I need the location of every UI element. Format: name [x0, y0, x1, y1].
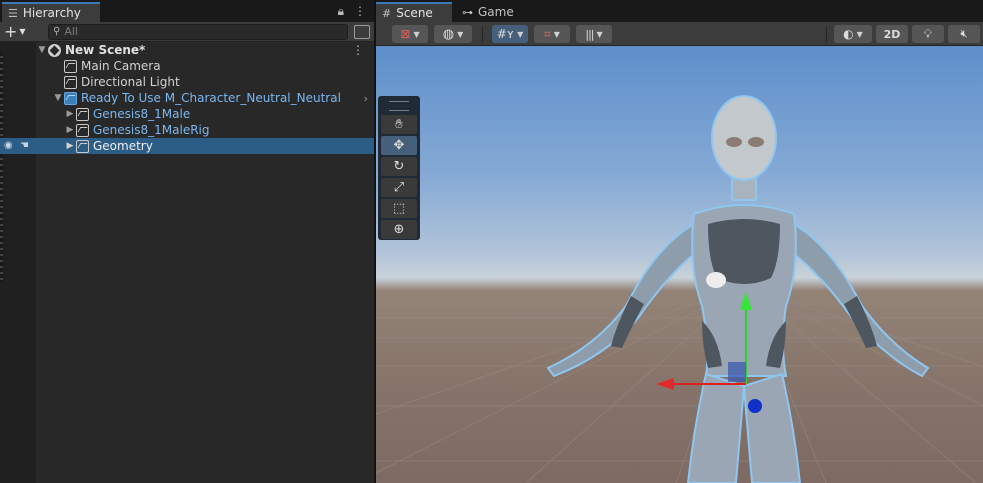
- create-button[interactable]: + ▼: [4, 21, 34, 41]
- tree-item-label: Genesis8_1MaleRig: [93, 123, 210, 137]
- camera-mode-dropdown[interactable]: ◐ ▼: [834, 25, 872, 43]
- x-axis-arrow[interactable]: [656, 378, 674, 390]
- collapsed-arrow-icon[interactable]: ▶: [64, 109, 76, 119]
- prefab-cube-icon: [64, 91, 77, 105]
- hand-tool-icon[interactable]: ✋︎: [381, 115, 417, 134]
- tree-row-main-camera[interactable]: Main Camera: [0, 58, 374, 74]
- pickable-hand-icon[interactable]: ☚: [20, 140, 29, 151]
- gameobject-cube-icon: [64, 75, 77, 89]
- gameobject-cube-icon: [64, 59, 77, 73]
- tree-row-genesis8-male-rig[interactable]: ▶ Genesis8_1MaleRig: [0, 122, 374, 138]
- tree-row-geometry[interactable]: ◉ ☚ ▶ Geometry: [0, 138, 374, 154]
- list-icon: ☰: [8, 6, 18, 20]
- chevron-right-icon[interactable]: ›: [364, 92, 368, 105]
- tools-overlay: ✋︎ ✥ ↻ ⤢ ⬚ ⊕: [378, 96, 420, 240]
- draw-mode-icon: ⊠: [400, 27, 411, 41]
- collapsed-arrow-icon[interactable]: ▶: [64, 141, 76, 151]
- view-options-dropdown[interactable]: ◍ ▼: [434, 25, 472, 43]
- hierarchy-tabbar: ☰ Hierarchy 🔒︎ ⋮: [0, 0, 374, 22]
- grid-hash-icon: #: [382, 6, 392, 20]
- tree-item-label: Main Camera: [81, 59, 161, 73]
- tab-game-label: Game: [478, 5, 514, 19]
- visibility-eye-icon[interactable]: ◉: [4, 140, 13, 151]
- scene-tabbar: # Scene ⊶ Game: [376, 0, 983, 22]
- kebab-menu-icon[interactable]: ⋮: [352, 43, 364, 57]
- kebab-menu-icon[interactable]: ⋮: [354, 4, 366, 19]
- tree-row-scene[interactable]: ▼ New Scene* ⋮: [0, 42, 374, 58]
- gameobject-cube-icon: [76, 107, 89, 121]
- overlay-grip[interactable]: [389, 101, 409, 111]
- scale-tool-icon[interactable]: ⤢: [381, 178, 417, 197]
- scene-search-icon[interactable]: [354, 24, 370, 39]
- hierarchy-tree: ▼ New Scene* ⋮ Main Camera Directional L…: [0, 42, 374, 154]
- chevron-down-icon: ▼: [413, 29, 420, 39]
- z-axis-handle[interactable]: [748, 399, 762, 413]
- globe-icon: ◍: [442, 26, 455, 42]
- gameobject-cube-icon: [76, 139, 89, 153]
- chevron-down-icon: ▼: [856, 29, 863, 39]
- lock-icon[interactable]: 🔒︎: [338, 4, 344, 19]
- rect-tool-icon[interactable]: ⬚: [381, 199, 417, 218]
- search-field[interactable]: ⚲: [48, 23, 348, 40]
- lighting-toggle[interactable]: 💡︎: [912, 25, 944, 43]
- draw-mode-dropdown[interactable]: ⊠ ▼: [392, 25, 428, 43]
- snap-increment-dropdown[interactable]: ⌗ ▼: [534, 25, 570, 43]
- audio-toggle[interactable]: 🔇︎: [948, 25, 980, 43]
- hierarchy-tab-tools: 🔒︎ ⋮: [338, 4, 366, 19]
- tree-row-directional-light[interactable]: Directional Light: [0, 74, 374, 90]
- gameobject-cube-icon: [76, 123, 89, 137]
- hierarchy-panel: ☰ Hierarchy 🔒︎ ⋮ + ▼ ⚲ ▼ New Scene* ⋮: [0, 0, 374, 483]
- tree-row-prefab-root[interactable]: ▼ Ready To Use M_Character_Neutral_Neutr…: [0, 90, 374, 106]
- scene-render: [376, 95, 983, 483]
- character-mesh: [546, 95, 930, 483]
- chevron-down-icon: ▼: [457, 29, 464, 39]
- sphere-shading-icon: ◐: [843, 27, 854, 41]
- scene-panel: # Scene ⊶ Game ⊠ ▼ ◍ ▼ #ʏ ▼ ⌗ ▼ ||| ▼ ◐ ▼ 2D: [376, 0, 983, 483]
- tree-item-label: Genesis8_1Male: [93, 107, 191, 121]
- grid-snap-toggle[interactable]: #ʏ ▼: [492, 25, 528, 43]
- tree-row-genesis8-male[interactable]: ▶ Genesis8_1Male: [0, 106, 374, 122]
- chevron-down-icon: ▼: [553, 29, 560, 39]
- search-input[interactable]: [64, 25, 325, 38]
- chevron-down-icon: ▼: [517, 29, 524, 39]
- scene-toolbar: ⊠ ▼ ◍ ▼ #ʏ ▼ ⌗ ▼ ||| ▼ ◐ ▼ 2D 💡︎ 🔇︎: [376, 22, 983, 46]
- unity-scene-icon: [48, 43, 61, 57]
- 2d-toggle[interactable]: 2D: [876, 25, 908, 43]
- gamepad-icon: ⊶: [462, 5, 473, 19]
- plus-icon: +: [4, 21, 18, 41]
- tab-hierarchy-label: Hierarchy: [22, 6, 81, 20]
- tree-item-label: Ready To Use M_Character_Neutral_Neutral: [81, 91, 341, 105]
- rotate-tool-icon[interactable]: ↻: [381, 157, 417, 176]
- expand-arrow-icon[interactable]: ▼: [52, 93, 64, 103]
- scene-viewport[interactable]: ✋︎ ✥ ↻ ⤢ ⬚ ⊕: [376, 46, 983, 483]
- snap-icon: ⌗: [544, 26, 551, 41]
- collapsed-arrow-icon[interactable]: ▶: [64, 125, 76, 135]
- tree-item-label: Geometry: [93, 139, 153, 153]
- lightbulb-icon: 💡︎: [923, 26, 933, 41]
- tab-scene-label: Scene: [396, 6, 433, 20]
- move-tool-icon[interactable]: ✥: [381, 136, 417, 155]
- ruler-icon: |||: [585, 27, 594, 41]
- search-icon: ⚲: [53, 26, 61, 37]
- scene-name: New Scene*: [65, 43, 146, 57]
- chevron-down-icon: ▼: [19, 26, 26, 36]
- expand-arrow-icon[interactable]: ▼: [36, 45, 48, 55]
- hierarchy-toolbar: + ▼ ⚲: [0, 22, 374, 42]
- tab-game[interactable]: ⊶ Game: [456, 2, 522, 22]
- transform-tool-icon[interactable]: ⊕: [381, 220, 417, 239]
- tree-item-label: Directional Light: [81, 75, 180, 89]
- mute-speaker-icon: 🔇︎: [960, 27, 968, 40]
- tab-hierarchy[interactable]: ☰ Hierarchy: [2, 2, 100, 22]
- increment-snap-dropdown[interactable]: ||| ▼: [576, 25, 612, 43]
- chevron-down-icon: ▼: [596, 29, 603, 39]
- tab-scene[interactable]: # Scene: [376, 2, 452, 22]
- xy-plane-handle[interactable]: [728, 362, 746, 382]
- grid-y-icon: #ʏ: [496, 27, 515, 41]
